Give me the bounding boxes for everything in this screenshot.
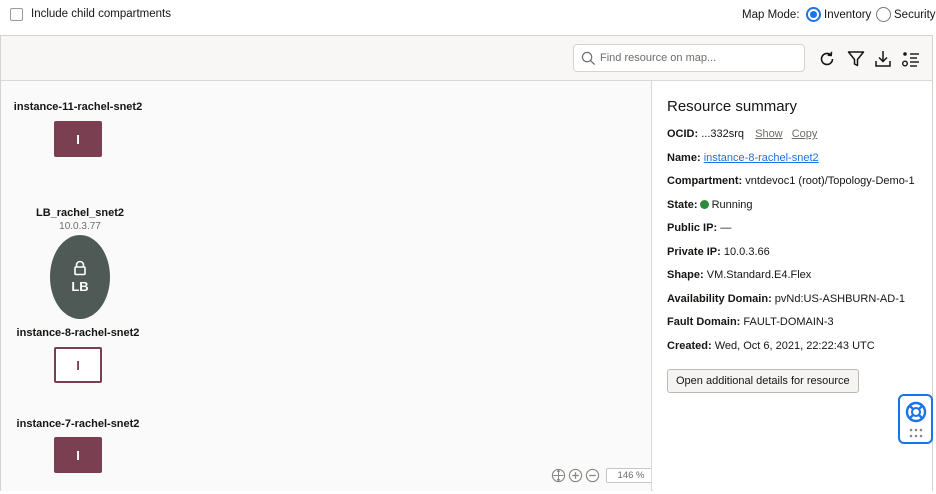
availability-domain-value: pvNd:US-ASHBURN-AD-1 — [774, 292, 905, 305]
ocid-row: OCID: ...332srq Show Copy — [667, 128, 932, 152]
lock-icon — [74, 260, 86, 276]
public-ip-row: Public IP: — — [667, 222, 932, 246]
lb-ip: 10.0.3.77 — [59, 221, 101, 232]
shape-row: Shape: VM.Standard.E4.Flex — [667, 269, 932, 293]
created-value: Wed, Oct 6, 2021, 22:22:43 UTC — [714, 339, 875, 352]
load-balancer-node[interactable]: LB — [50, 235, 110, 319]
help-widget[interactable] — [898, 394, 933, 444]
availability-domain-row: Availability Domain: pvNd:US-ASHBURN-AD-… — [667, 293, 932, 317]
running-status-icon — [699, 199, 709, 209]
security-radio-label[interactable]: Security — [894, 9, 936, 21]
search-input[interactable] — [600, 50, 800, 66]
topology-panel: instance-11-rachel-snet2 I LB_rachel_sne… — [0, 35, 933, 491]
compartment-value: vntdevoc1 (root)/Topology-Demo-1 — [745, 175, 915, 187]
created-row: Created: Wed, Oct 6, 2021, 22:22:43 UTC — [667, 340, 932, 364]
instance-11-node[interactable]: I — [54, 121, 102, 157]
state-row: State: Running — [667, 199, 932, 223]
compartment-label: Compartment: — [667, 175, 743, 187]
zoom-in-icon[interactable] — [568, 468, 583, 483]
inventory-radio-label[interactable]: Inventory — [824, 9, 871, 21]
filter-icon[interactable] — [846, 49, 866, 69]
map-mode-label: Map Mode: — [742, 9, 800, 21]
drag-handle-icon[interactable] — [909, 428, 923, 438]
state-label: State: — [667, 198, 698, 211]
security-radio[interactable] — [876, 7, 891, 22]
ocid-copy-link[interactable]: Copy — [792, 128, 818, 140]
instance-11-label: instance-11-rachel-snet2 — [13, 101, 143, 113]
lifebuoy-icon — [905, 401, 927, 423]
name-row: Name: instance-8-rachel-snet2 — [667, 152, 932, 176]
top-bar: Include child compartments Map Mode: Inv… — [0, 0, 936, 30]
shape-value: VM.Standard.E4.Flex — [706, 269, 812, 281]
instance-8-node[interactable]: I — [54, 347, 102, 383]
search-icon — [581, 51, 596, 66]
ocid-show-link[interactable]: Show — [755, 128, 783, 140]
zoom-fit-icon[interactable] — [551, 468, 566, 483]
created-label: Created: — [667, 339, 712, 352]
include-child-label: Include child compartments — [31, 8, 171, 20]
topology-map[interactable]: instance-11-rachel-snet2 I LB_rachel_sne… — [1, 81, 652, 491]
refresh-icon[interactable] — [817, 49, 837, 69]
lb-glyph: LB — [71, 279, 89, 294]
inventory-radio[interactable] — [806, 7, 821, 22]
state-value: Running — [711, 198, 753, 211]
resource-summary-panel: Resource summary OCID: ...332srq Show Co… — [653, 81, 932, 491]
include-child-checkbox[interactable] — [10, 8, 23, 21]
shape-label: Shape: — [667, 269, 704, 281]
zoom-controls: 146 % — [551, 467, 651, 483]
instance-8-label: instance-8-rachel-snet2 — [16, 327, 140, 339]
summary-title: Resource summary — [667, 98, 798, 115]
compartment-row: Compartment: vntdevoc1 (root)/Topology-D… — [667, 175, 932, 199]
find-resource-search[interactable] — [573, 44, 805, 72]
ocid-label: OCID: — [667, 128, 699, 140]
public-ip-label: Public IP: — [667, 222, 718, 234]
map-toolbar — [1, 36, 932, 81]
private-ip-row: Private IP: 10.0.3.66 — [667, 246, 932, 270]
private-ip-value: 10.0.3.66 — [723, 245, 770, 258]
download-icon[interactable] — [873, 49, 893, 69]
private-ip-label: Private IP: — [667, 245, 721, 258]
resource-name-link[interactable]: instance-8-rachel-snet2 — [704, 152, 819, 164]
legend-icon[interactable] — [901, 49, 921, 69]
zoom-level: 146 % — [606, 467, 651, 483]
instance-7-node[interactable]: I — [54, 437, 102, 473]
open-details-button[interactable]: Open additional details for resource — [667, 369, 859, 393]
name-label: Name: — [667, 151, 701, 164]
availability-domain-label: Availability Domain: — [667, 292, 772, 305]
zoom-out-icon[interactable] — [585, 468, 600, 483]
fault-domain-label: Fault Domain: — [667, 316, 741, 328]
lb-label: LB_rachel_snet2 — [35, 207, 125, 219]
instance-7-label: instance-7-rachel-snet2 — [16, 418, 140, 430]
fault-domain-row: Fault Domain: FAULT-DOMAIN-3 — [667, 316, 932, 340]
public-ip-value: — — [720, 222, 732, 234]
fault-domain-value: FAULT-DOMAIN-3 — [743, 316, 834, 328]
ocid-value: ...332srq — [701, 128, 745, 140]
